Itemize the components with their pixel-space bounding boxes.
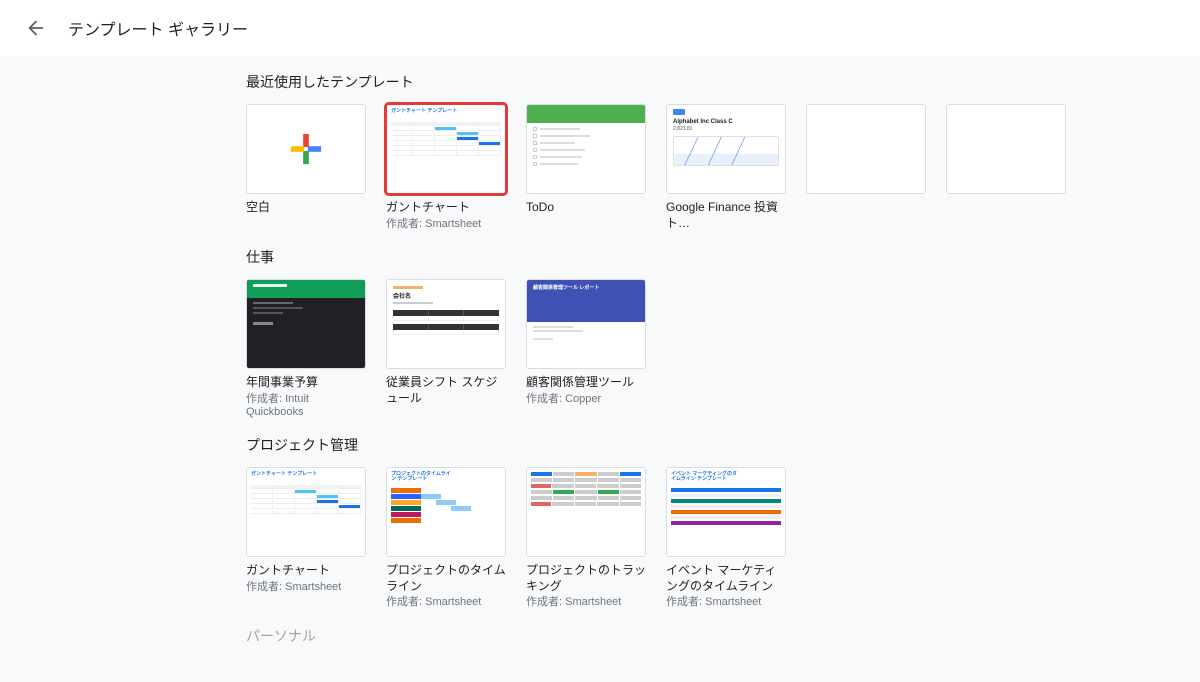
template-card-finance[interactable]: Alphabet Inc Class C 2,823.81 Google Fin… [666,104,786,231]
card-title: 空白 [246,200,366,216]
thumb-gantt-highlighted: ガントチャート テンプレート [386,104,506,194]
thumb-blank [246,104,366,194]
template-card-tracking[interactable]: プロジェクトのトラッキング 作成者: Smartsheet [526,467,646,609]
thumb-text: イベント マーケティングのタイムライン テンプレート [671,472,741,482]
thumb-finance: Alphabet Inc Class C 2,823.81 [666,104,786,194]
template-card-timeline[interactable]: プロジェクトのタイムライン テンプレート プロジェクトのタイムライン 作成者: … [386,467,506,609]
thumb-text: Alphabet Inc Class C [673,119,779,125]
card-title: ToDo [526,200,646,216]
card-subtitle: 作成者: Smartsheet [386,218,506,231]
card-subtitle: 作成者: Smartsheet [386,596,506,609]
thumb-text: 顧客関係管理ツール レポート [527,280,645,322]
thumb-event: イベント マーケティングのタイムライン テンプレート [666,467,786,557]
card-title: イベント マーケティングのタイムライン [666,563,786,594]
grid-work: 年間事業予算 作成者: Intuit Quickbooks 会社名 従業員シフト… [246,279,1176,419]
thumb-tracking [526,467,646,557]
page-title: テンプレート ギャラリー [68,16,248,40]
template-card-shift[interactable]: 会社名 従業員シフト スケジュール [386,279,506,419]
card-subtitle: 作成者: Intuit Quickbooks [246,393,366,419]
card-title: ガントチャート [246,563,366,579]
card-title: 年間事業予算 [246,375,366,391]
card-subtitle: 作成者: Copper [526,393,646,406]
template-card-loading[interactable] [946,104,1066,231]
thumb-todo [526,104,646,194]
card-subtitle: 作成者: Smartsheet [666,596,786,609]
grid-recent: 空白 ガントチャート テンプレート ガントチャート [246,104,1176,231]
card-title: 従業員シフト スケジュール [386,375,506,406]
template-card-todo[interactable]: ToDo [526,104,646,231]
thumb-empty [806,104,926,194]
card-title: 顧客関係管理ツール [526,375,646,391]
card-title: プロジェクトのトラッキング [526,563,646,594]
card-subtitle: 作成者: Smartsheet [246,581,366,594]
thumb-text: ガントチャート テンプレート [391,109,501,114]
section-title-work: 仕事 [246,247,1176,267]
thumb-text: プロジェクトのタイムライン テンプレート [391,472,451,482]
thumb-text: 会社名 [393,291,499,300]
thumb-crm: 顧客関係管理ツール レポート [526,279,646,369]
template-card-event-marketing[interactable]: イベント マーケティングのタイムライン テンプレート イベント マーケティングの… [666,467,786,609]
arrow-left-icon [25,17,47,39]
template-card-loading[interactable] [806,104,926,231]
thumb-text: ガントチャート テンプレート [251,472,361,477]
google-plus-icon [289,132,323,166]
thumb-shift: 会社名 [386,279,506,369]
thumb-text: 2,823.81 [673,126,779,132]
template-card-blank[interactable]: 空白 [246,104,366,231]
section-title-recent: 最近使用したテンプレート [246,72,1176,92]
thumb-timeline: プロジェクトのタイムライン テンプレート [386,467,506,557]
template-card-gantt[interactable]: ガントチャート テンプレート ガントチャート 作成者: Smartsheet [386,104,506,231]
content-area: 最近使用したテンプレート 空白 ガントチャート テンプレート [0,72,1200,682]
card-title: Google Finance 投資ト… [666,200,786,231]
template-card-crm[interactable]: 顧客関係管理ツール レポート 顧客関係管理ツール 作成者: Copper [526,279,646,419]
thumb-budget [246,279,366,369]
back-button[interactable] [16,8,56,48]
thumb-empty [946,104,1066,194]
template-card-gantt2[interactable]: ガントチャート テンプレート ガントチャート 作成者: Smartsheet [246,467,366,609]
card-subtitle: 作成者: Smartsheet [526,596,646,609]
card-title: プロジェクトのタイムライン [386,563,506,594]
card-title: ガントチャート [386,200,506,216]
thumb-gantt2: ガントチャート テンプレート [246,467,366,557]
template-card-budget[interactable]: 年間事業予算 作成者: Intuit Quickbooks [246,279,366,419]
section-title-project: プロジェクト管理 [246,435,1176,455]
app-header: テンプレート ギャラリー [0,0,1200,56]
grid-project: ガントチャート テンプレート ガントチャート 作成者: Smartsheet [246,467,1176,609]
section-title-next: パーソナル [246,626,1176,646]
